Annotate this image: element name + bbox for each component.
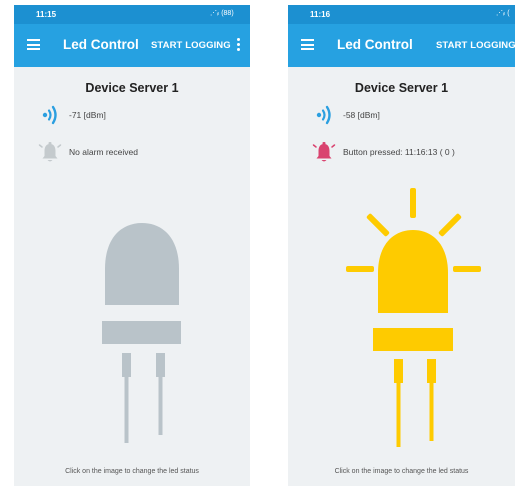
footer-hint: Click on the image to change the led sta… <box>334 468 469 475</box>
status-bar: 11:15 ⋰ᵢₗ (88) <box>14 5 250 24</box>
status-icons: ⋰ᵢₗ ( <box>496 10 510 17</box>
signal-strength: -71 [dBm] <box>69 110 106 120</box>
hamburger-menu-icon[interactable] <box>301 39 314 50</box>
status-icons: ⋰ᵢₗ (88) <box>210 10 234 17</box>
app-bar: Led Control START LOGGING <box>288 24 515 67</box>
led-off-image[interactable] <box>102 223 188 447</box>
wifi-signal-icon <box>42 105 57 125</box>
light-ray <box>438 213 462 237</box>
more-vertical-icon[interactable] <box>237 38 241 53</box>
status-time: 11:16 <box>310 10 331 19</box>
device-title: Device Server 1 <box>354 81 449 95</box>
bell-icon <box>312 142 336 162</box>
light-ray <box>346 266 374 272</box>
app-title: Led Control <box>63 37 139 52</box>
light-ray <box>366 213 390 237</box>
light-ray <box>410 188 416 218</box>
bell-icon <box>38 142 62 162</box>
start-logging-button[interactable]: START LOGGING <box>151 40 231 51</box>
light-ray <box>453 266 481 272</box>
signal-strength: -58 [dBm] <box>343 110 380 120</box>
status-time: 11:15 <box>36 10 57 19</box>
wifi-signal-icon <box>316 105 331 125</box>
hamburger-menu-icon[interactable] <box>27 39 40 50</box>
phone-screen-on: 11:16 ⋰ᵢₗ ( Led Control START LOGGING De… <box>288 5 515 486</box>
start-logging-button[interactable]: START LOGGING <box>436 40 515 51</box>
footer-hint: Click on the image to change the led sta… <box>65 468 199 475</box>
alarm-status: Button pressed: 11:16:13 ( 0 ) <box>343 147 455 157</box>
led-on-image[interactable] <box>343 185 483 447</box>
app-bar: Led Control START LOGGING <box>14 24 250 67</box>
device-title: Device Server 1 <box>85 81 179 95</box>
status-bar: 11:16 ⋰ᵢₗ ( <box>288 5 515 24</box>
alarm-status: No alarm received <box>69 147 138 157</box>
app-title: Led Control <box>337 37 413 52</box>
phone-screen-off: 11:15 ⋰ᵢₗ (88) Led Control START LOGGING… <box>14 5 250 486</box>
